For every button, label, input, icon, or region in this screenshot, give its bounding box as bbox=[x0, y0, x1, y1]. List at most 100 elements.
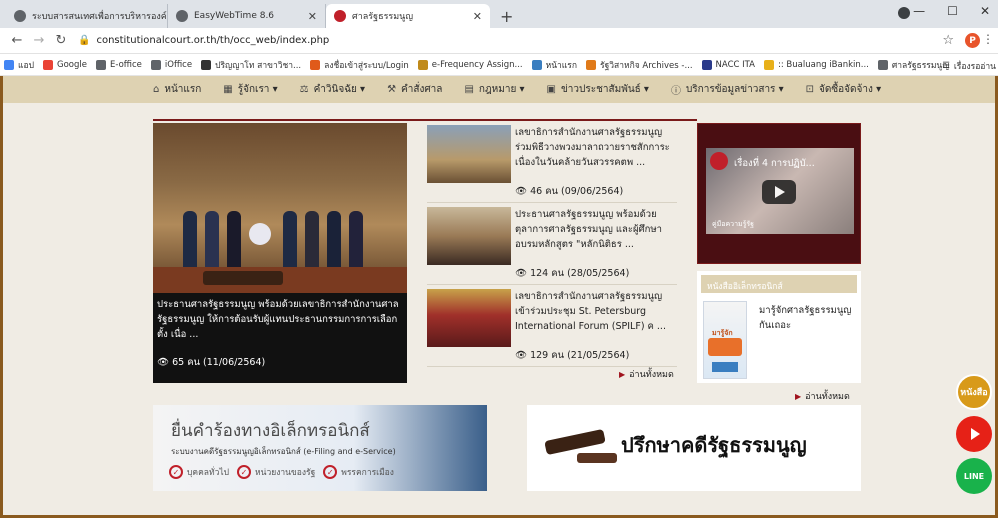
nav-label: คำสั่งศาล bbox=[401, 84, 443, 95]
bookmark-star-icon[interactable]: ☆ bbox=[942, 33, 954, 48]
bookmark-label: e-Frequency Assign... bbox=[431, 59, 523, 70]
gavel-icon: ⚒ bbox=[387, 84, 397, 95]
minimize-icon[interactable]: — bbox=[913, 4, 925, 18]
option-label: บุคคลทั่วไป bbox=[187, 468, 230, 478]
url-field[interactable]: 🔒 constitutionalcourt.or.th/th/occ_web/i… bbox=[78, 35, 329, 46]
read-all-label: อ่านทั้งหมด bbox=[805, 392, 850, 402]
nav-label: หน้าแรก bbox=[164, 84, 202, 95]
nacc-icon bbox=[701, 59, 712, 70]
globe-icon bbox=[95, 59, 106, 70]
home-icon: ⌂ bbox=[153, 84, 160, 95]
section-divider bbox=[153, 119, 697, 121]
browser-tab[interactable]: EasyWebTime 8.6 ✕ bbox=[168, 4, 326, 28]
bookmark-item[interactable]: ปริญญาโท สาขาวิชา... bbox=[201, 58, 301, 72]
efiling-options: ✓ บุคคลทั่วไป ✓ หน่วยงานของรัฐ ✓ พรรคการเมื… bbox=[169, 465, 394, 479]
news-read-all-link[interactable]: ▶ อ่านทั้งหมด bbox=[619, 367, 674, 381]
efiling-option: ✓ พรรคการเมือง bbox=[323, 465, 394, 479]
nav-news[interactable]: ▣ ข่าวประชาสัมพันธ์ ▾ bbox=[547, 82, 649, 97]
scale-icon: ⚖ bbox=[299, 84, 309, 95]
check-circle-icon: ✓ bbox=[323, 465, 338, 479]
nav-home[interactable]: ⌂ หน้าแรก bbox=[153, 82, 201, 97]
video-player[interactable]: เรื่องที่ 4 การปฏิบั... คู่มือความรู้รัฐ bbox=[697, 123, 861, 264]
news-item[interactable]: ประธานศาลรัฐธรรมนูญ พร้อมด้วยตุลาการศาลร… bbox=[427, 205, 677, 285]
bookmark-label: Google bbox=[56, 59, 87, 70]
browser-tab[interactable]: ระบบสารสนเทศเพื่อการบริหารองค์กร ✕ bbox=[6, 4, 168, 28]
maximize-icon[interactable]: ☐ bbox=[947, 4, 958, 18]
nav-label: จัดซื้อจัดจ้าง ▾ bbox=[819, 84, 882, 95]
bookmark-label: แอป bbox=[18, 60, 34, 71]
efiling-option: ✓ หน่วยงานของรัฐ bbox=[237, 465, 315, 479]
ebook-float-label: หนังสือ bbox=[960, 388, 988, 398]
book-icon: ▤ bbox=[464, 84, 474, 95]
building-icon: ▦ bbox=[223, 84, 233, 95]
bookmark-item[interactable]: ลงชื่อเข้าสู่ระบบ/Login bbox=[310, 58, 409, 72]
bookmark-item[interactable]: ศาลรัฐธรรมนูญ bbox=[877, 58, 950, 72]
bookmark-item[interactable]: e-Frequency Assign... bbox=[417, 59, 523, 70]
tab-favicon-icon bbox=[176, 10, 188, 22]
youtube-button[interactable] bbox=[956, 416, 992, 452]
profile-menu-icon[interactable] bbox=[898, 7, 910, 19]
nav-info-services[interactable]: ⓘ บริการข้อมูลข่าวสาร ▾ bbox=[671, 82, 784, 97]
line-button[interactable]: LINE bbox=[956, 458, 992, 494]
bookmark-item[interactable]: รัฐวิสาหกิจ Archives -... bbox=[586, 58, 693, 72]
back-arrow-icon[interactable]: ← bbox=[6, 33, 28, 48]
featured-caption[interactable]: ประธานศาลรัฐธรรมนูญ พร้อมด้วยเลขาธิการสำ… bbox=[157, 297, 403, 342]
court-logo-icon bbox=[710, 152, 728, 170]
bookmark-label: หน้าแรก bbox=[545, 60, 578, 71]
globe-icon bbox=[877, 59, 888, 70]
line-label: LINE bbox=[963, 471, 985, 481]
browser-tab-active[interactable]: ศาลรัฐธรรมนูญ ✕ bbox=[326, 4, 490, 28]
news-thumbnail bbox=[427, 289, 511, 347]
close-tab-icon[interactable]: ✕ bbox=[302, 10, 317, 23]
menu-kebab-icon[interactable]: ⋮ bbox=[982, 32, 994, 46]
bookmark-label: :: Bualuang iBankin... bbox=[778, 59, 869, 70]
nav-rulings[interactable]: ⚖ คำวินิจฉัย ▾ bbox=[300, 82, 365, 97]
ebook-title[interactable]: มารู้จักศาลรัฐธรรมนูญกันเถอะ bbox=[759, 303, 857, 333]
bookmark-item[interactable]: iOffice bbox=[150, 59, 192, 70]
nav-laws[interactable]: ▤ กฎหมาย ▾ bbox=[464, 82, 524, 97]
ebook-cover[interactable]: มารู้จัก ศาล bbox=[703, 301, 747, 379]
bookmark-item[interactable]: NACC ITA bbox=[701, 59, 755, 70]
bookmark-item[interactable]: E-office bbox=[95, 59, 142, 70]
nav-court-orders[interactable]: ⚒ คำสั่งศาล bbox=[387, 82, 442, 97]
ebook-float-button[interactable]: หนังสือ bbox=[956, 374, 992, 410]
consult-banner[interactable]: ปรึกษาคดีรัฐธรรมนูญ bbox=[527, 405, 861, 491]
news-title[interactable]: ประธานศาลรัฐธรรมนูญ พร้อมด้วยตุลาการศาลร… bbox=[515, 207, 677, 252]
ebook-read-all-link[interactable]: ▶ อ่านทั้งหมด bbox=[795, 389, 850, 403]
bookmark-item[interactable]: :: Bualuang iBankin... bbox=[764, 59, 869, 70]
nav-procurement[interactable]: ⊡ จัดซื้อจัดจ้าง ▾ bbox=[806, 82, 881, 97]
play-button-icon[interactable] bbox=[762, 180, 796, 204]
bookmark-item[interactable]: แอป bbox=[4, 58, 34, 72]
tab-favicon-icon bbox=[14, 10, 26, 22]
bookmark-label: ศาลรัฐธรรมนูญ bbox=[891, 60, 950, 71]
tab-label: ศาลรัฐธรรมนูญ bbox=[352, 12, 413, 22]
bookmark-item[interactable]: Google bbox=[42, 59, 87, 70]
news-item[interactable]: เลขาธิการสำนักงานศาลรัฐธรรมนูญ ร่วมพิธีว… bbox=[427, 123, 677, 203]
tab-label: EasyWebTime 8.6 bbox=[194, 11, 275, 21]
check-circle-icon: ✓ bbox=[237, 465, 252, 479]
profile-avatar[interactable]: P bbox=[965, 33, 980, 48]
featured-news[interactable]: ประธานศาลรัฐธรรมนูญ พร้อมด้วยเลขาธิการสำ… bbox=[153, 123, 407, 383]
news-icon: ▣ bbox=[546, 84, 556, 95]
news-views: 👁 124 คน (28/05/2564) bbox=[515, 268, 630, 279]
news-title[interactable]: เลขาธิการสำนักงานศาลรัฐธรรมนูญ เข้าร่วมป… bbox=[515, 289, 677, 334]
frequency-icon bbox=[417, 59, 428, 70]
efiling-banner[interactable]: ยื่นคำร้องทางอิเล็กทรอนิกส์ ระบบงานคดีรั… bbox=[153, 405, 487, 491]
new-tab-button[interactable]: + bbox=[490, 4, 523, 28]
archive-icon bbox=[586, 59, 597, 70]
bookmark-item[interactable]: หน้าแรก bbox=[531, 58, 578, 72]
forward-arrow-icon[interactable]: → bbox=[28, 33, 50, 48]
news-title[interactable]: เลขาธิการสำนักงานศาลรัฐธรรมนูญ ร่วมพิธีว… bbox=[515, 125, 677, 170]
close-window-icon[interactable]: ✕ bbox=[980, 4, 990, 18]
news-list: เลขาธิการสำนักงานศาลรัฐธรรมนูญ ร่วมพิธีว… bbox=[427, 123, 677, 369]
news-item[interactable]: เลขาธิการสำนักงานศาลรัฐธรรมนูญ เข้าร่วมป… bbox=[427, 287, 677, 367]
close-tab-icon[interactable]: ✕ bbox=[467, 10, 482, 23]
ebook-header: หนังสืออิเล็กทรอนิกส์ bbox=[701, 275, 857, 293]
info-icon: ⓘ bbox=[670, 86, 681, 97]
window-controls: — ☐ ✕ bbox=[913, 4, 990, 18]
nav-about[interactable]: ▦ รู้จักเรา ▾ bbox=[223, 82, 277, 97]
reading-list[interactable]: ☰ เรื่องรออ่าน bbox=[942, 59, 996, 73]
reload-icon[interactable]: ↻ bbox=[50, 33, 72, 48]
apps-grid-icon bbox=[4, 59, 14, 70]
nav-label: กฎหมาย ▾ bbox=[478, 84, 525, 95]
